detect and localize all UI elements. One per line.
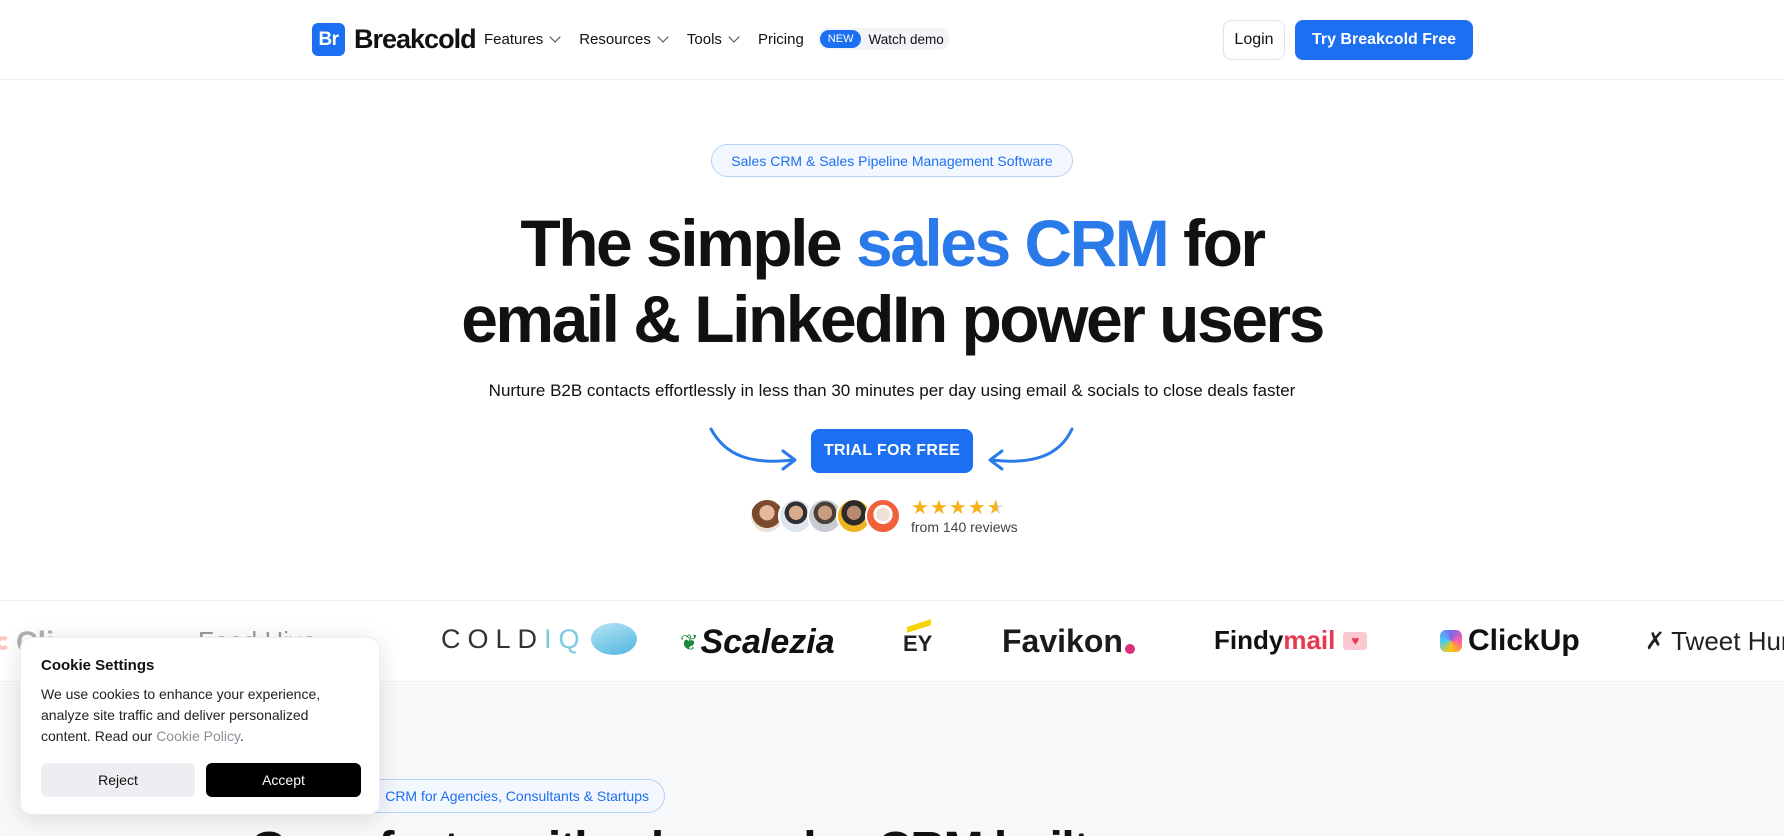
crosshair-icon: ✗	[1645, 628, 1666, 655]
headline-accent: sales CRM	[855, 206, 1170, 280]
headline-part1: The simple	[520, 206, 856, 280]
chevron-down-icon	[728, 31, 740, 43]
cookie-title: Cookie Settings	[41, 657, 155, 674]
nav-resources[interactable]: Resources	[579, 30, 669, 48]
new-badge: NEW	[819, 30, 862, 48]
nav-resources-label: Resources	[579, 30, 651, 48]
sprout-icon: ❦	[680, 629, 699, 655]
section-heading-peek: Grow faster with a lean sales CRM built	[250, 826, 1250, 836]
findymail-logo: Findy mail ♥	[1214, 625, 1368, 656]
right-curved-arrow-icon	[988, 427, 1074, 471]
half-star-icon: ★	[986, 497, 1006, 519]
hero-subtext: Nurture B2B contacts effortlessly in les…	[488, 381, 1296, 400]
nav-pricing[interactable]: Pricing	[758, 31, 804, 48]
scalezia-logo: ❦ Scalezia	[680, 623, 835, 661]
logo-mark: Br	[312, 23, 345, 56]
star-icon: ★	[967, 497, 987, 519]
nav-tools[interactable]: Tools	[686, 30, 740, 48]
star-icon: ★	[929, 497, 949, 519]
trial-for-free-button[interactable]: TRIAL FOR FREE	[811, 429, 973, 473]
nav-tools-label: Tools	[686, 30, 722, 48]
mail-heart-icon: ♥	[1343, 631, 1368, 650]
dot-icon	[1124, 643, 1135, 654]
login-button[interactable]: Login	[1223, 20, 1285, 60]
avatar	[865, 498, 901, 534]
headline-part2: for	[1167, 206, 1266, 280]
chevron-down-icon	[657, 31, 669, 43]
page: Br Breakcold Features Resources Tools Pr…	[0, 0, 1784, 836]
star-icon: ★	[948, 497, 968, 519]
cookie-policy-link[interactable]: Cookie Policy	[156, 728, 240, 744]
watch-demo-link[interactable]: NEW Watch demo	[817, 28, 950, 50]
clickup-logo: ClickUp	[1440, 624, 1580, 658]
agency-badge: CRM for Agencies, Consultants & Startups	[340, 779, 665, 813]
coldiq-logo: COLD IQ	[441, 623, 637, 655]
logo-text: Breakcold	[354, 24, 477, 54]
rating-stars: ★ ★ ★ ★ ★	[911, 495, 1006, 520]
hero-category-badge: Sales CRM & Sales Pipeline Management So…	[711, 144, 1073, 177]
main-nav: Features Resources Tools Pricing NEW Wat…	[484, 28, 950, 50]
nav-features[interactable]: Features	[484, 30, 561, 48]
site-header: Br Breakcold Features Resources Tools Pr…	[0, 0, 1784, 80]
favikon-logo: Favikon	[1002, 623, 1135, 660]
reject-button[interactable]: Reject	[41, 763, 195, 797]
coldiq-wave-icon	[590, 623, 637, 655]
watch-demo-label: Watch demo	[868, 31, 944, 47]
nav-pricing-label: Pricing	[757, 30, 804, 48]
clickup-mark-icon	[1440, 630, 1462, 652]
nav-features-label: Features	[484, 30, 544, 48]
headline-line2: email & LinkedIn power users	[461, 282, 1325, 356]
tweethunter-logo: ✗ Tweet Hun	[1645, 626, 1784, 656]
hero-headline: The simple sales CRM for email & LinkedI…	[0, 205, 1784, 357]
left-curved-arrow-icon	[709, 427, 797, 471]
reviewer-avatars	[749, 498, 901, 534]
try-free-button[interactable]: Try Breakcold Free	[1295, 20, 1473, 60]
cookie-body: We use cookies to enhance your experienc…	[41, 686, 321, 744]
ey-logo: EY	[903, 619, 932, 657]
reviews-count: from 140 reviews	[911, 519, 1018, 535]
chevron-down-icon	[549, 31, 561, 43]
star-icon: ★	[911, 497, 930, 519]
accept-button[interactable]: Accept	[206, 763, 361, 797]
breakcold-logo[interactable]: Br Breakcold	[312, 23, 477, 56]
cookie-settings-modal: Cookie Settings We use cookies to enhanc…	[20, 637, 380, 815]
